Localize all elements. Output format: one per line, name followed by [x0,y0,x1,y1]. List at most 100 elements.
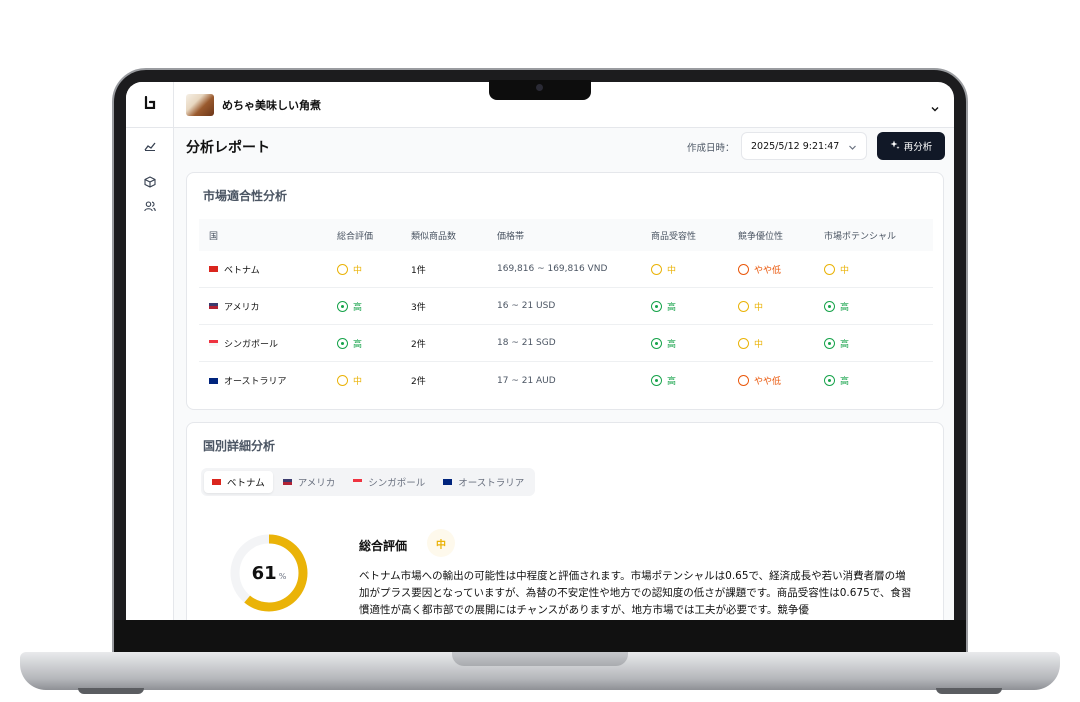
header-country: 国 [209,231,219,242]
tab-label: シンガポール [368,478,426,489]
country-cell: ベトナム [209,251,260,287]
competition-cell: 中 [738,325,763,361]
potential-cell: 高 [824,362,849,399]
level-icon [651,300,662,312]
level-text: やや低 [754,265,782,276]
level-text: 高 [840,339,850,350]
chevron-down-icon[interactable] [930,98,940,117]
level-text: 中 [840,265,850,276]
level-icon [738,300,749,312]
date-select[interactable]: 2025/5/12 9:21:47 [741,132,867,160]
level-badge: 高 [824,337,849,350]
overall-label: 総合評価 [359,539,408,553]
similar-cell: 1件 [411,265,426,276]
level-icon [824,300,835,312]
potential-cell: 中 [824,251,849,287]
tab-label: ベトナム [227,478,265,489]
level-icon [738,337,749,349]
level-badge: 中 [337,374,362,387]
country-detail-card: 国別詳細分析 ベトナム アメリカ シンガポール オーストラリア 61% 総合評価… [186,422,944,620]
flag-sg-icon [353,479,363,485]
app-screen: めちゃ美味しい角煮 分析レポート 作成日時： 2025/5/12 9:21:47… [126,82,954,620]
header-competition: 競争優位性 [738,231,784,242]
level-icon [738,263,749,275]
level-badge: 高 [651,337,676,350]
level-text: 高 [353,339,363,350]
reanalyze-button[interactable]: 再分析 [877,132,945,160]
tab-label: アメリカ [297,478,336,489]
level-badge: 中 [738,337,763,350]
country-name: シンガポール [224,339,279,350]
potential-cell: 高 [824,325,849,361]
level-badge: 中 [824,263,849,276]
similar-cell: 2件 [411,339,426,350]
level-badge: 高 [824,300,849,313]
product-image [186,93,214,116]
table-row: アメリカ 高 3件 16 ~ 21 USD 高 中 高 [199,288,933,325]
overall-badge: 中 [427,529,455,557]
laptop-foot-right [936,688,1002,694]
sparkles-icon [890,140,900,153]
level-icon [337,263,348,275]
overall-cell: 高 [337,325,362,361]
table-row: シンガポール 高 2件 18 ~ 21 SGD 高 中 高 [199,325,933,362]
level-icon [824,375,835,386]
app-logo-icon[interactable] [144,95,156,113]
level-badge: 中 [337,263,362,276]
chart-icon[interactable] [142,138,158,154]
similar-cell: 3件 [411,302,426,313]
score-value: 61% [229,533,309,613]
country-name: ベトナム [224,265,260,276]
country-cell: オーストラリア [209,362,287,399]
tab-vietnam[interactable]: ベトナム [204,471,273,493]
level-badge: 中 [738,300,763,313]
country-cell: アメリカ [209,288,260,324]
header-similar: 類似商品数 [411,231,457,242]
laptop-frame: めちゃ美味しい角煮 分析レポート 作成日時： 2025/5/12 9:21:47… [0,0,1080,702]
level-text: 高 [840,377,850,387]
users-icon[interactable] [142,198,158,214]
country-cell: シンガポール [209,325,278,361]
reanalyze-label: 再分析 [903,142,933,153]
competition-cell: やや低 [738,251,781,287]
price-cell: 17 ~ 21 AUD [497,375,556,386]
level-text: 中 [667,265,677,276]
overall-cell: 中 [337,251,362,287]
tab-singapore[interactable]: シンガポール [345,471,433,493]
level-icon [651,263,662,275]
tab-usa[interactable]: アメリカ [275,471,344,493]
laptop-base-notch [452,652,628,666]
main-content: 分析レポート 作成日時： 2025/5/12 9:21:47 再分析 市場適合性… [174,128,954,620]
competition-cell: 中 [738,288,763,324]
score-unit: % [278,571,287,581]
flag-au-icon [209,377,218,384]
laptop-foot-left [78,688,144,694]
level-badge: 高 [651,300,676,313]
summary-text: ベトナム市場への輸出の可能性は中程度と評価されます。市場ポテンシャルは0.65で… [359,570,912,616]
acceptance-cell: 高 [651,362,676,399]
level-text: 中 [353,265,363,276]
country-tabs: ベトナム アメリカ シンガポール オーストラリア [201,468,536,496]
box-icon[interactable] [142,174,158,190]
header-price: 価格帯 [497,231,525,242]
level-text: 高 [667,377,677,387]
table-row: オーストラリア 中 2件 17 ~ 21 AUD 高 やや低 高 [199,362,933,399]
country-name: オーストラリア [224,377,287,387]
overall-cell: 中 [337,362,362,399]
market-fit-table: 国 総合評価 類似商品数 価格帯 商品受容性 競争優位性 市場ポテンシャル ベト… [199,219,933,399]
sidebar [126,82,174,620]
level-badge: 高 [651,374,676,387]
country-name: アメリカ [224,302,260,313]
product-name: めちゃ美味しい角煮 [222,98,321,112]
market-fit-title: 市場適合性分析 [203,189,288,203]
level-text: 中 [754,339,764,350]
level-text: 中 [754,302,764,313]
page-title: 分析レポート [186,140,270,156]
similar-cell: 2件 [411,377,426,387]
acceptance-cell: 高 [651,325,676,361]
tab-australia[interactable]: オーストラリア [435,471,532,493]
level-badge: 高 [337,337,362,350]
score-number: 61 [251,562,277,584]
flag-vn-icon [209,266,218,272]
flag-au-icon [443,479,453,485]
